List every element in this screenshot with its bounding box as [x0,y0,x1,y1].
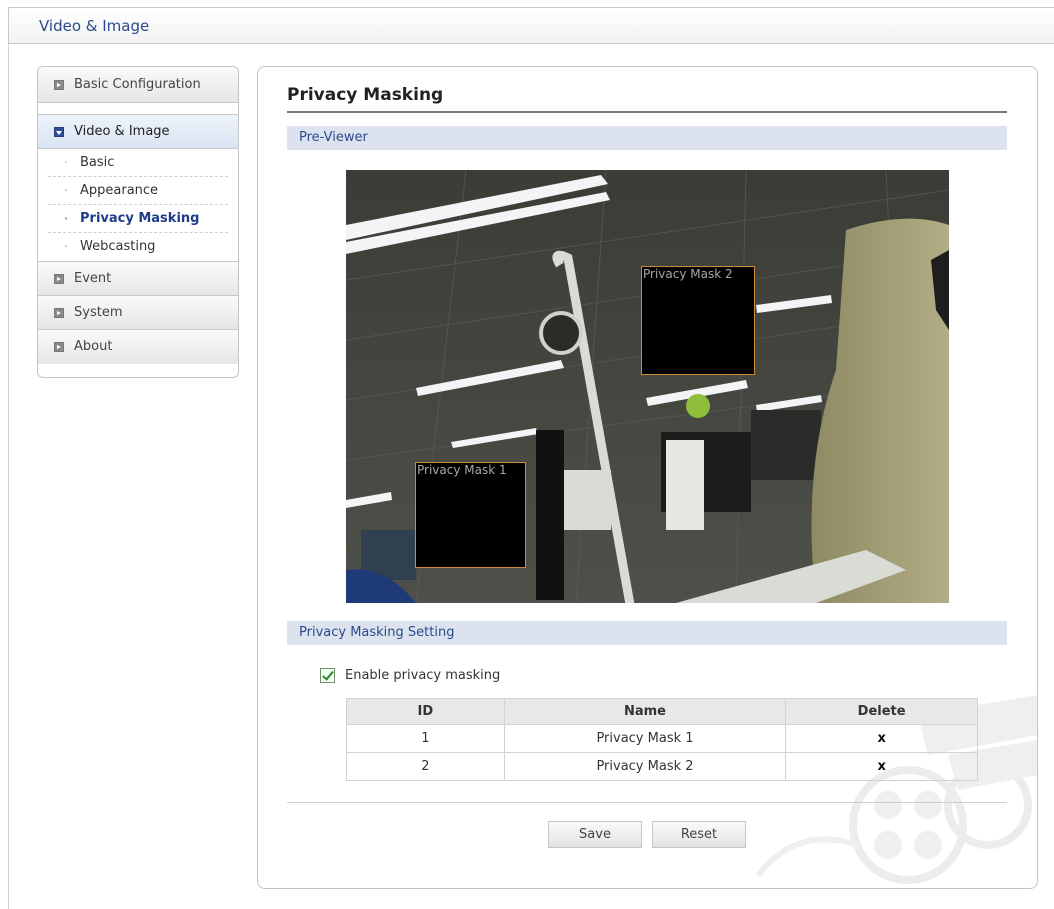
page-title: Privacy Masking [287,85,444,105]
table-header-row: ID Name Delete [346,698,978,725]
expand-icon [54,273,64,284]
mask-label: Privacy Mask 1 [417,463,507,477]
sidebar-item-label: Video & Image [74,124,170,139]
delete-mask-button[interactable]: x [785,724,978,753]
privacy-mask-1-overlay[interactable]: Privacy Mask 1 [415,462,526,568]
sidebar-item-label: Event [74,271,112,286]
collapse-icon [54,126,64,137]
cell-name: Privacy Mask 1 [503,724,787,753]
sidebar-item-basic-configuration[interactable]: Basic Configuration [38,67,238,103]
sidebar-item-label: About [74,339,113,354]
expand-icon [54,307,64,318]
delete-mask-button[interactable]: x [785,752,978,781]
frame-divider [8,44,9,909]
sidebar-item-video-image[interactable]: Video & Image [38,115,238,149]
reset-button[interactable]: Reset [652,821,746,848]
column-header-name: Name [503,698,787,725]
save-button[interactable]: Save [548,821,642,848]
sidebar-menu: Basic Configuration Video & Image · Basi… [37,66,239,378]
main-panel: Privacy Masking Pre-Viewer Privacy Mask … [257,66,1038,889]
submenu-item-privacy-masking[interactable]: · Privacy Masking [48,205,228,233]
mask-label: Privacy Mask 2 [643,267,733,281]
sidebar-item-about[interactable]: About [38,330,238,364]
bullet-icon: · [64,240,68,253]
bullet-icon: · [64,212,69,225]
table-row: 1 Privacy Mask 1 x [346,724,978,753]
column-header-id: ID [346,698,505,725]
table-row: 2 Privacy Mask 2 x [346,752,978,781]
submenu-item-webcasting[interactable]: · Webcasting [48,233,228,261]
cell-name: Privacy Mask 2 [503,752,787,781]
top-header: Video & Image [8,7,1054,44]
bottom-divider [287,802,1007,803]
submenu-item-appearance[interactable]: · Appearance [48,177,228,205]
sidebar-item-event[interactable]: Event [38,262,238,296]
sidebar-item-label: System [74,305,123,320]
section-header-pre-viewer: Pre-Viewer [287,126,1007,150]
sidebar-item-label: Basic Configuration [74,77,201,92]
enable-privacy-masking-label: Enable privacy masking [345,668,501,683]
enable-privacy-masking-checkbox[interactable] [320,668,335,683]
cell-id: 2 [346,752,505,781]
submenu-item-label: Basic [80,155,115,170]
sidebar-item-system[interactable]: System [38,296,238,330]
expand-icon [54,79,64,90]
section-header-privacy-masking-setting: Privacy Masking Setting [287,621,1007,645]
submenu-item-label: Webcasting [80,239,156,254]
cell-id: 1 [346,724,505,753]
bullet-icon: · [64,156,68,169]
column-header-delete: Delete [785,698,978,725]
camera-preview[interactable]: Privacy Mask 1 Privacy Mask 2 [346,170,949,603]
bullet-icon: · [64,184,68,197]
sidebar-submenu: · Basic · Appearance · Privacy Masking ·… [38,149,238,262]
title-divider [287,111,1007,113]
expand-icon [54,342,64,352]
submenu-item-label: Appearance [80,183,159,198]
sidebar-spacer [38,103,238,115]
submenu-item-label: Privacy Masking [80,211,200,226]
header-title: Video & Image [39,17,150,35]
submenu-item-basic[interactable]: · Basic [48,149,228,177]
privacy-mask-2-overlay[interactable]: Privacy Mask 2 [641,266,755,375]
privacy-mask-table: ID Name Delete 1 Privacy Mask 1 x 2 Priv… [346,698,978,781]
